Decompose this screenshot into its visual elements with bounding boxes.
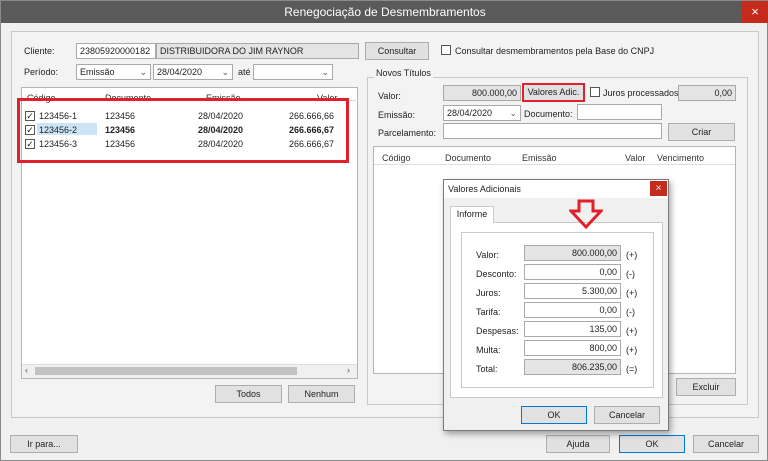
title-bar: Renegociação de Desmembramentos × <box>1 1 768 23</box>
dlg-despesas-label: Despesas: <box>476 326 519 336</box>
documento-label: Documento: <box>524 109 573 119</box>
novos-titulos-label: Novos Títulos <box>374 68 433 78</box>
close-icon: × <box>655 183 662 194</box>
dlg-despesas-sign: (+) <box>626 326 638 336</box>
emissao-date-picker[interactable]: 28/04/2020 ⌄ <box>443 105 521 121</box>
dlg-total-field: 806.235,00 <box>524 359 621 375</box>
nenhum-button[interactable]: Nenhum <box>288 385 355 403</box>
dlg-total-label: Total: <box>476 364 498 374</box>
dialog-cancelar-button[interactable]: Cancelar <box>594 406 660 424</box>
dialog-ok-button[interactable]: OK <box>521 406 587 424</box>
dialog-title-bar: Valores Adicionais × <box>444 180 668 198</box>
ng-col-documento[interactable]: Documento <box>445 153 491 163</box>
scroll-left-icon[interactable]: ‹ <box>25 365 28 375</box>
window-close-button[interactable]: × <box>741 1 768 23</box>
criar-button[interactable]: Criar <box>668 123 735 141</box>
cliente-name-field: DISTRIBUIDORA DO JIM RAYNOR <box>156 43 359 59</box>
consultar-button[interactable]: Consultar <box>365 42 429 60</box>
scrollbar-thumb[interactable] <box>35 367 297 375</box>
juros-processados-field: 0,00 <box>678 85 736 101</box>
chevron-down-icon: ⌄ <box>139 67 147 77</box>
ajuda-button[interactable]: Ajuda <box>546 435 610 453</box>
ok-button[interactable]: OK <box>619 435 685 453</box>
scroll-right-icon[interactable]: › <box>347 365 350 375</box>
juros-processados-label: Juros processados <box>603 88 679 98</box>
dialog-title: Valores Adicionais <box>448 184 521 194</box>
dlg-juros-sign: (+) <box>626 288 638 298</box>
excluir-button[interactable]: Excluir <box>676 378 736 396</box>
window-title: Renegociação de Desmembramentos <box>284 5 486 19</box>
chevron-down-icon: ⌄ <box>509 108 517 118</box>
dlg-total-sign: (=) <box>626 364 638 374</box>
date-from-value: 28/04/2020 <box>157 67 203 77</box>
dialog-close-button[interactable]: × <box>650 181 667 196</box>
todos-button[interactable]: Todos <box>215 385 282 403</box>
tab-informe[interactable]: Informe <box>450 206 494 223</box>
dlg-valor-label: Valor: <box>476 250 499 260</box>
valores-adicionais-dialog: Valores Adicionais × Informe Valor: 800.… <box>443 179 669 431</box>
ir-para-button[interactable]: Ir para... <box>10 435 78 453</box>
date-from-picker[interactable]: 28/04/2020 ⌄ <box>153 64 233 80</box>
dlg-desconto-field[interactable]: 0,00 <box>524 264 621 280</box>
dlg-multa-label: Multa: <box>476 345 501 355</box>
dlg-valor-sign: (+) <box>626 250 638 260</box>
cliente-code-field[interactable]: 23805920000182 <box>76 43 156 59</box>
ng-col-vencimento[interactable]: Vencimento <box>657 153 704 163</box>
dlg-tarifa-label: Tarifa: <box>476 307 501 317</box>
periodo-label: Período: <box>24 67 59 77</box>
ng-header-divider <box>374 164 735 165</box>
emissao-label: Emissão: <box>378 110 416 120</box>
dlg-multa-field[interactable]: 800,00 <box>524 340 621 356</box>
dlg-despesas-field[interactable]: 135,00 <box>524 321 621 337</box>
date-to-picker[interactable]: ⌄ <box>253 64 333 80</box>
consultar-cnpj-label: Consultar desmembramentos pela Base do C… <box>455 46 655 56</box>
periodo-value: Emissão <box>80 67 115 77</box>
parcelamento-label: Parcelamento: <box>378 128 437 138</box>
dlg-juros-label: Juros: <box>476 288 501 298</box>
rows-highlight-box <box>17 98 349 163</box>
cliente-label: Cliente: <box>24 46 55 56</box>
checkbox-box[interactable] <box>590 87 600 97</box>
ng-col-emissao[interactable]: Emissão <box>522 153 557 163</box>
ate-label: até <box>238 67 251 77</box>
valores-adic-button[interactable]: Valores Adic. <box>522 83 585 102</box>
dlg-valor-field: 800.000,00 <box>524 245 621 261</box>
dlg-multa-sign: (+) <box>626 345 638 355</box>
chevron-down-icon: ⌄ <box>221 67 229 77</box>
ng-col-valor[interactable]: Valor <box>625 153 645 163</box>
ng-col-codigo[interactable]: Código <box>382 153 411 163</box>
checkbox-box[interactable] <box>441 45 451 55</box>
juros-processados-checkbox[interactable] <box>590 87 600 99</box>
chevron-down-icon: ⌄ <box>321 67 329 77</box>
parcelamento-field[interactable] <box>443 123 662 139</box>
valor-label: Valor: <box>378 91 401 101</box>
dlg-tarifa-field[interactable]: 0,00 <box>524 302 621 318</box>
cancelar-button[interactable]: Cancelar <box>693 435 759 453</box>
valor-field: 800.000,00 <box>443 85 521 101</box>
dlg-tarifa-sign: (-) <box>626 307 635 317</box>
dlg-juros-field[interactable]: 5.300,00 <box>524 283 621 299</box>
red-arrow-down-icon <box>569 199 603 229</box>
documento-field[interactable] <box>577 104 662 120</box>
emissao-value: 28/04/2020 <box>447 108 493 118</box>
periodo-select[interactable]: Emissão ⌄ <box>76 64 151 80</box>
dlg-desconto-sign: (-) <box>626 269 635 279</box>
close-icon: × <box>751 4 759 19</box>
dlg-desconto-label: Desconto: <box>476 269 517 279</box>
consultar-cnpj-checkbox[interactable] <box>441 45 451 57</box>
